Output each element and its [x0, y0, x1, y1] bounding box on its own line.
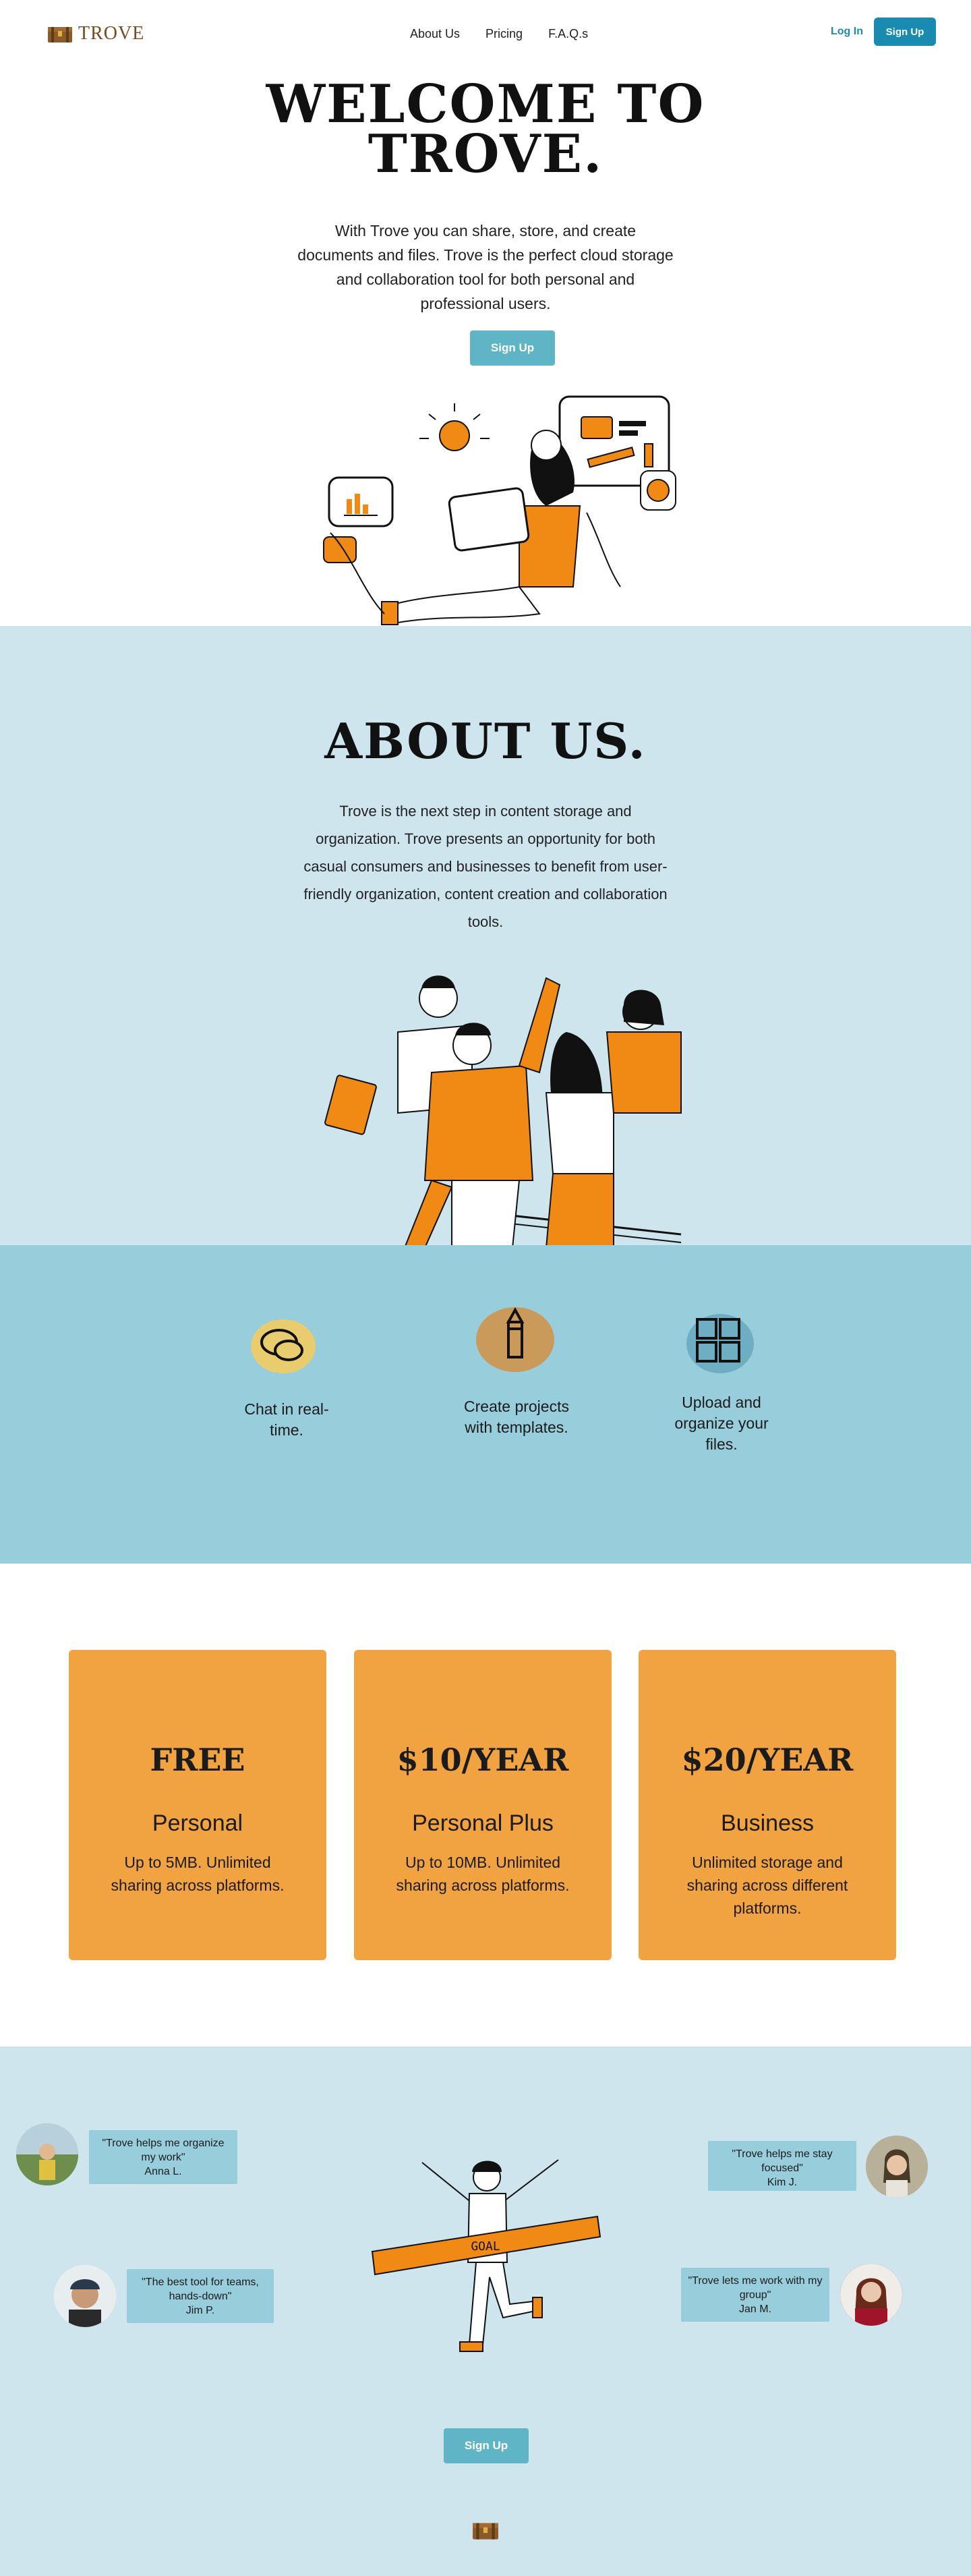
- pricing-card-business[interactable]: $20/YEAR Business Unlimited storage and …: [639, 1650, 896, 1960]
- footer-chest-icon: [473, 2523, 498, 2540]
- pencil-icon: [476, 1307, 554, 1372]
- nav-link-faqs[interactable]: F.A.Q.s: [548, 27, 588, 41]
- feature-chat-icon-wrap: [249, 1315, 317, 1376]
- price-business: $20/YEAR: [681, 1742, 854, 1778]
- plan-business-desc: Unlimited storage and sharing across dif…: [686, 1854, 848, 1917]
- pricing-card-free[interactable]: FREE Personal Up to 5MB. Unlimited shari…: [69, 1650, 326, 1960]
- goal-banner-text: GOAL: [471, 2239, 500, 2254]
- feature-upload-label: Upload and organize your files.: [674, 1394, 769, 1453]
- team-illustration: [324, 975, 682, 1248]
- plan-personal-plus: Personal Plus: [412, 1810, 554, 1836]
- testimonial-quote: "Trove helps me organize my work": [102, 2138, 225, 2163]
- plan-business: Business: [721, 1810, 814, 1836]
- hero-title-line1: Welcome to: [266, 74, 705, 135]
- testimonial-author: Jan M.: [738, 2303, 771, 2315]
- feature-chat-label: Chat in real-time.: [244, 1400, 329, 1439]
- testimonial-author: Kim J.: [767, 2177, 798, 2188]
- plan-personal: Personal: [152, 1810, 243, 1836]
- testimonial-author: Jim P.: [185, 2305, 215, 2316]
- plan-personal-desc: Up to 5MB. Unlimited sharing across plat…: [111, 1854, 285, 1894]
- hero-title: Welcome to Trove.: [0, 74, 971, 185]
- pricing-card-plus[interactable]: $10/YEAR Personal Plus Up to 10MB. Unlim…: [354, 1650, 612, 1960]
- feature-templates-label: Create projects with templates.: [464, 1398, 569, 1436]
- avatar-jan: [840, 2264, 902, 2326]
- testimonial-jim: "The best tool for teams, hands-down" Ji…: [127, 2269, 274, 2323]
- chat-bubbles-icon: [251, 1319, 316, 1373]
- testimonial-author: Anna L.: [144, 2166, 182, 2177]
- nav-link-pricing[interactable]: Pricing: [486, 27, 523, 41]
- hero-signup-button[interactable]: Sign Up: [470, 331, 555, 366]
- hero-title-line2: Trove.: [367, 123, 604, 185]
- nav-signup-button[interactable]: Sign Up: [874, 18, 936, 46]
- avatar-kim: [866, 2136, 928, 2198]
- login-link[interactable]: Log In: [831, 26, 863, 38]
- footer-signup-button[interactable]: Sign Up: [444, 2428, 529, 2463]
- testimonial-quote: "Trove helps me stay focused": [732, 2148, 833, 2174]
- avatar-anna: [16, 2123, 78, 2185]
- plan-personal-plus-desc: Up to 10MB. Unlimited sharing across pla…: [396, 1854, 570, 1894]
- grid-icon: [686, 1314, 754, 1373]
- hero-illustration: [323, 395, 688, 629]
- price-free: FREE: [150, 1742, 245, 1778]
- top-nav: TROVE About Us Pricing F.A.Q.s Log In Si…: [0, 0, 971, 67]
- testimonial-jan: "Trove lets me work with my group" Jan M…: [681, 2268, 829, 2322]
- avatar-jim: [54, 2265, 116, 2327]
- testimonial-kim: "Trove helps me stay focused" Kim J.: [708, 2141, 856, 2191]
- about-description: Trove is the next step in content storag…: [303, 803, 668, 930]
- testimonial-quote: "The best tool for teams, hands-down": [142, 2277, 259, 2302]
- brand-logo[interactable]: TROVE: [47, 23, 144, 45]
- feature-grid-icon-wrap: [681, 1311, 755, 1376]
- testimonial-anna: "Trove helps me organize my work" Anna L…: [89, 2130, 237, 2184]
- chest-icon: [48, 27, 72, 42]
- nav-link-about[interactable]: About Us: [410, 27, 460, 41]
- about-title: About us.: [324, 712, 647, 770]
- feature-pencil-icon-wrap: [475, 1305, 556, 1375]
- testimonial-quote: "Trove lets me work with my group": [688, 2275, 823, 2301]
- goal-illustration: GOAL: [371, 2159, 601, 2352]
- brand-name: TROVE: [78, 23, 145, 44]
- nav-links: About Us Pricing F.A.Q.s: [410, 27, 588, 41]
- hero-description: With Trove you can share, store, and cre…: [297, 222, 674, 312]
- price-plus: $10/YEAR: [396, 1742, 569, 1778]
